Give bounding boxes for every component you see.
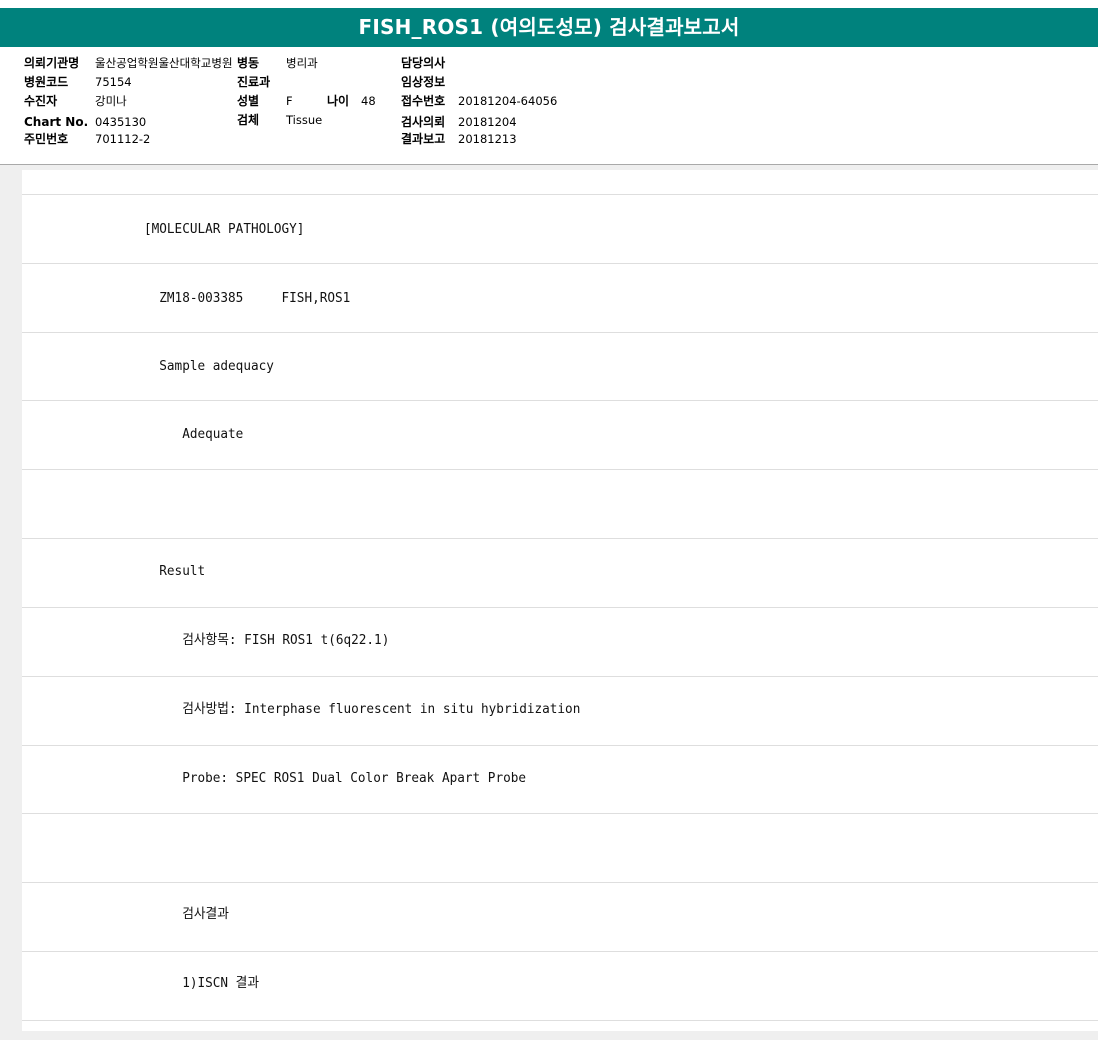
requesting-institution-value: 울산공업학원울산대학교병원 <box>95 56 233 70</box>
report-body: [MOLECULAR PATHOLOGY] ZM18-003385 FISH,R… <box>22 170 1098 1031</box>
requesting-institution-label: 의뢰기관명 <box>24 56 80 70</box>
specimen-label: 검체 <box>237 113 260 127</box>
accession-number-label: 접수번호 <box>401 94 446 108</box>
patient-name-value: 강미나 <box>95 94 127 108</box>
report-line: [MOLECULAR PATHOLOGY] <box>22 195 1098 264</box>
hospital-code-label: 병원코드 <box>24 75 69 89</box>
report-line: 검사결과 <box>22 883 1098 952</box>
report-line: Sample adequacy <box>22 333 1098 401</box>
resident-number-label: 주민번호 <box>24 132 69 146</box>
report-date-value: 20181213 <box>458 132 517 146</box>
report-line <box>22 470 1098 539</box>
report-line <box>22 170 1098 195</box>
clinical-info-label: 임상정보 <box>401 75 446 89</box>
report-line: Probe: SPEC ROS1 Dual Color Break Apart … <box>22 746 1098 814</box>
report-line: ZM18-003385 FISH,ROS1 <box>22 264 1098 333</box>
attending-physician-label: 담당의사 <box>401 56 446 70</box>
sex-label: 성별 <box>237 94 260 108</box>
ward-value: 병리과 <box>286 56 318 70</box>
age-value: 48 <box>361 94 376 108</box>
ward-label: 병동 <box>237 56 260 70</box>
report-date-label: 결과보고 <box>401 132 446 146</box>
clinic-label: 진료과 <box>237 75 271 89</box>
age-label: 나이 <box>327 94 350 108</box>
hospital-code-value: 75154 <box>95 75 132 89</box>
patient-name-label: 수진자 <box>24 94 58 108</box>
report-line: 1)ISCN 결과 <box>22 952 1098 1021</box>
resident-number-value: 701112-2 <box>95 132 151 146</box>
specimen-value: Tissue <box>286 113 323 127</box>
report-header: 의뢰기관명 울산공업학원울산대학교병원 병원코드 75154 수진자 강미나 C… <box>0 47 1098 165</box>
report-line: Result <box>22 539 1098 608</box>
report-line: 검사항목: FISH ROS1 t(6q22.1) <box>22 608 1098 677</box>
report-line: Adequate <box>22 401 1098 470</box>
report-line <box>22 814 1098 883</box>
report-title: FISH_ROS1 (여의도성모) 검사결과보고서 <box>0 8 1098 47</box>
report-line: 검사방법: Interphase fluorescent in situ hyb… <box>22 677 1098 746</box>
accession-number-value: 20181204-64056 <box>458 94 558 108</box>
chart-number-label: Chart No. <box>24 115 89 129</box>
sex-value: F <box>286 94 293 108</box>
request-date-value: 20181204 <box>458 115 517 129</box>
chart-number-value: 0435130 <box>95 115 147 129</box>
top-margin <box>0 0 1098 8</box>
request-date-label: 검사의뢰 <box>401 115 446 129</box>
